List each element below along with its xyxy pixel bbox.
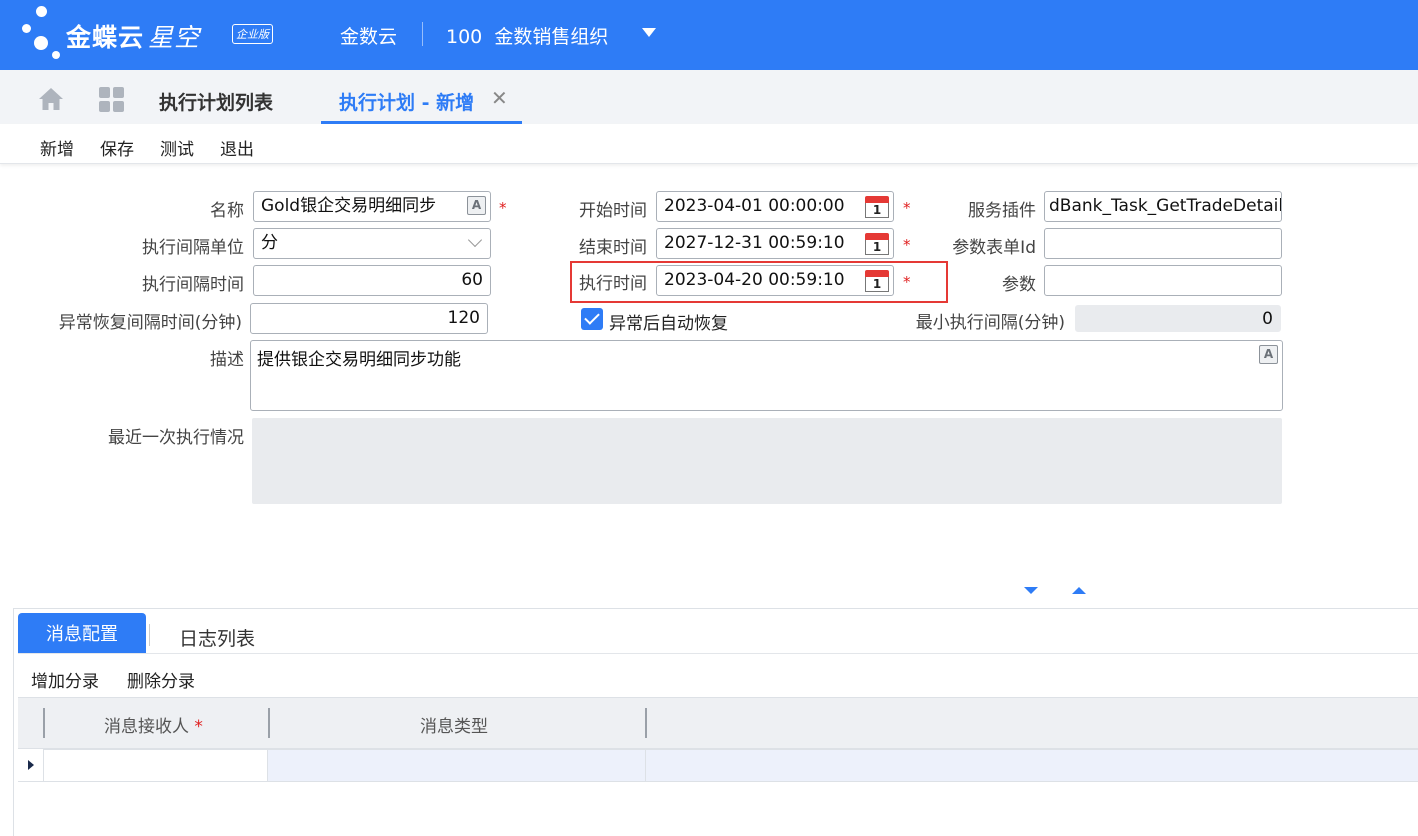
brand-star: 星空 xyxy=(148,23,201,52)
cell-divider xyxy=(645,749,646,782)
start-time-value: 2023-04-01 00:00:00 xyxy=(664,196,845,216)
auto-recover-checkbox[interactable] xyxy=(581,308,603,330)
column-resize-handle[interactable] xyxy=(268,708,270,738)
interval-time-value: 60 xyxy=(461,270,483,290)
service-plugin-field[interactable]: dBank_Task_GetTradeDetail xyxy=(1044,191,1282,222)
end-time-field[interactable]: 2027-12-31 00:59:10 xyxy=(656,228,894,259)
test-button[interactable]: 测试 xyxy=(160,135,194,160)
tab-log-list[interactable]: 日志列表 xyxy=(179,624,255,651)
current-row-icon xyxy=(28,760,34,770)
param-form-id-label: 参数表单Id xyxy=(952,238,1036,258)
required-mark: * xyxy=(903,273,911,291)
desc-textarea[interactable]: 提供银企交易明细同步功能 xyxy=(250,340,1283,411)
end-time-label: 结束时间 xyxy=(579,238,647,258)
recovery-interval-field[interactable]: 120 xyxy=(250,303,488,334)
required-mark: * xyxy=(903,236,911,254)
main-toolbar: 新增 保存 测试 退出 xyxy=(0,124,1418,164)
calendar-day: 1 xyxy=(865,240,889,255)
calendar-day: 1 xyxy=(865,277,889,292)
tab-message-config[interactable]: 消息配置 xyxy=(18,613,146,653)
organization-selector[interactable]: 100 金数销售组织 xyxy=(446,22,608,49)
home-icon[interactable] xyxy=(38,87,64,111)
interval-time-label: 执行间隔时间 xyxy=(142,275,244,295)
interval-unit-value: 分 xyxy=(261,233,278,253)
collapse-down-icon[interactable] xyxy=(1024,587,1038,594)
end-time-value: 2027-12-31 00:59:10 xyxy=(664,233,845,253)
interval-unit-label: 执行间隔单位 xyxy=(142,238,244,258)
column-resize-handle[interactable] xyxy=(43,708,45,738)
recovery-interval-label: 异常恢复间隔时间(分钟) xyxy=(58,313,242,333)
calendar-day: 1 xyxy=(865,203,889,218)
min-interval-value: 0 xyxy=(1262,309,1273,329)
start-time-field[interactable]: 2023-04-01 00:00:00 xyxy=(656,191,894,222)
required-mark: * xyxy=(194,717,203,737)
exit-button[interactable]: 退出 xyxy=(220,135,254,160)
tab-bar: 执行计划列表 执行计划 - 新增 ✕ xyxy=(0,70,1418,124)
name-label: 名称 xyxy=(210,201,244,221)
edition-badge: 企业版 xyxy=(232,24,273,44)
auto-recover-label[interactable]: 异常后自动恢复 xyxy=(609,309,728,334)
exec-time-label: 执行时间 xyxy=(579,274,647,294)
add-entry-button[interactable]: 增加分录 xyxy=(31,667,99,692)
save-button[interactable]: 保存 xyxy=(100,135,134,160)
desc-value: 提供银企交易明细同步功能 xyxy=(257,350,461,370)
data-center-name[interactable]: 金数云 xyxy=(340,22,397,49)
top-header: 金蝶云 星空 企业版 金数云 100 金数销售组织 xyxy=(0,0,1418,70)
exec-time-field[interactable]: 2023-04-20 00:59:10 xyxy=(656,265,894,296)
calendar-icon[interactable]: 1 xyxy=(865,233,889,255)
sub-tab-divider xyxy=(149,624,150,646)
grid-header xyxy=(18,697,1418,749)
recovery-interval-value: 120 xyxy=(447,308,480,328)
service-plugin-label: 服务插件 xyxy=(968,201,1036,221)
interval-time-field[interactable]: 60 xyxy=(253,265,491,296)
required-mark: * xyxy=(903,199,911,217)
param-form-id-field[interactable] xyxy=(1044,228,1282,259)
column-header-receiver[interactable]: 消息接收人 * xyxy=(104,712,203,737)
column-header-receiver-label: 消息接收人 xyxy=(104,717,189,737)
min-interval-label: 最小执行间隔(分钟) xyxy=(915,313,1065,333)
start-time-label: 开始时间 xyxy=(579,201,647,221)
multilang-icon[interactable]: A xyxy=(467,196,486,215)
interval-unit-select[interactable]: 分 xyxy=(253,228,491,259)
multilang-icon[interactable]: A xyxy=(1259,345,1278,364)
brand-name: 金蝶云 xyxy=(66,23,145,52)
calendar-icon[interactable]: 1 xyxy=(865,196,889,218)
tab-plan-list[interactable]: 执行计划列表 xyxy=(159,88,273,115)
desc-label: 描述 xyxy=(210,350,244,370)
name-value: Gold银企交易明细同步 xyxy=(261,196,437,216)
header-divider xyxy=(422,22,423,46)
kingdee-logo[interactable]: 金蝶云 星空 企业版 xyxy=(18,6,288,64)
tab-plan-new-label: 执行计划 - 新增 xyxy=(339,92,475,114)
new-button[interactable]: 新增 xyxy=(40,135,74,160)
service-plugin-value: dBank_Task_GetTradeDetail xyxy=(1049,196,1282,216)
close-icon[interactable]: ✕ xyxy=(491,86,508,110)
min-interval-field: 0 xyxy=(1075,305,1281,332)
param-label: 参数 xyxy=(1002,275,1036,295)
tab-plan-new[interactable]: 执行计划 - 新增 ✕ xyxy=(321,70,522,124)
last-exec-label: 最近一次执行情况 xyxy=(108,428,244,448)
name-field[interactable]: Gold银企交易明细同步 xyxy=(253,191,491,222)
last-exec-box xyxy=(252,418,1282,504)
required-mark: * xyxy=(499,199,507,217)
calendar-icon[interactable]: 1 xyxy=(865,270,889,292)
column-header-msg-type[interactable]: 消息类型 xyxy=(420,712,488,737)
sub-tab-underline xyxy=(18,653,1418,654)
caret-down-icon[interactable] xyxy=(642,28,656,37)
param-field[interactable] xyxy=(1044,265,1282,296)
column-resize-handle[interactable] xyxy=(645,708,647,738)
apps-grid-icon[interactable] xyxy=(99,87,124,112)
exec-time-value: 2023-04-20 00:59:10 xyxy=(664,270,845,290)
msg-type-cell[interactable] xyxy=(268,749,1418,782)
expand-up-icon[interactable] xyxy=(1072,587,1086,594)
receiver-cell[interactable] xyxy=(43,749,268,782)
delete-entry-button[interactable]: 删除分录 xyxy=(127,667,195,692)
